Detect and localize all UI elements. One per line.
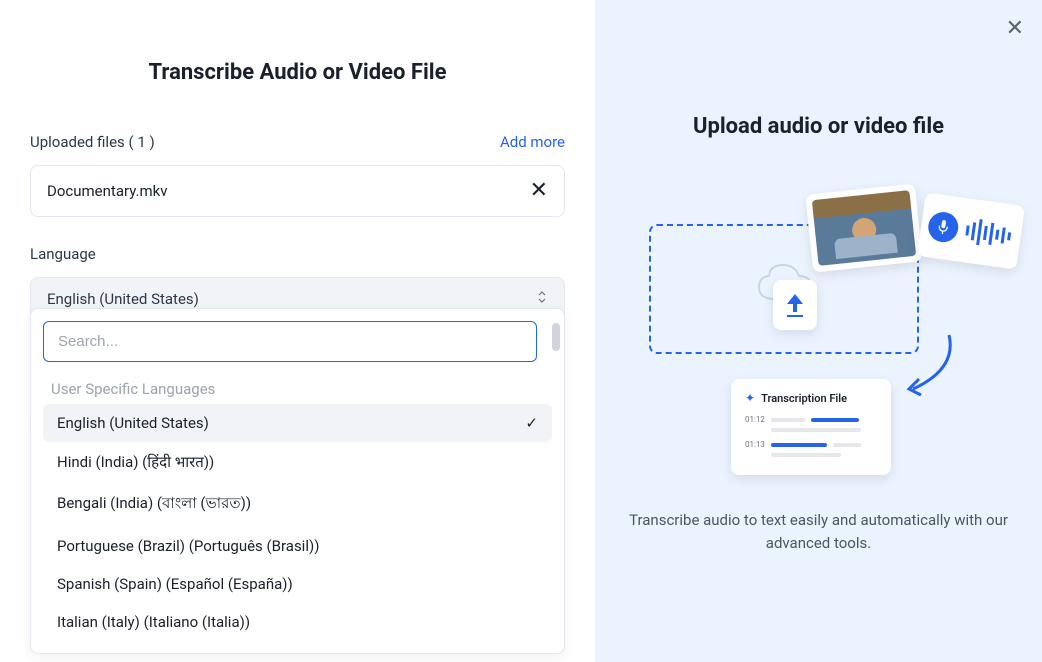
mic-icon <box>926 210 960 244</box>
curved-arrow-icon <box>901 329 961 409</box>
language-option-label: English (United States) <box>57 414 209 432</box>
scrollbar-thumb[interactable] <box>552 323 560 351</box>
waveform-icon <box>962 215 1016 252</box>
timestamp-2: 01:13 <box>745 440 765 449</box>
add-more-link[interactable]: Add more <box>500 133 565 151</box>
upload-illustration: ✦ Transcription File 01:12 01:13 <box>619 189 1018 479</box>
uploaded-file-chip: Documentary.mkv ✕ <box>30 165 565 217</box>
language-option[interactable]: Hindi (India) (हिंदी भारत)) <box>43 442 552 482</box>
uploaded-count-label: Uploaded files ( 1 ) <box>30 133 155 151</box>
info-panel: ✕ Upload audio or video file <box>595 0 1042 662</box>
chevron-sort-icon <box>536 290 548 308</box>
language-search-input[interactable] <box>43 321 537 362</box>
language-option-label: Portuguese (Brazil) (Português (Brasil)) <box>57 537 319 555</box>
language-option-label: Hindi (India) (हिंदी भारत)) <box>57 452 214 472</box>
timestamp-1: 01:12 <box>745 415 765 424</box>
upload-arrow-icon <box>783 290 807 320</box>
language-selected-value: English (United States) <box>47 290 199 308</box>
language-dropdown: User Specific Languages English (United … <box>30 308 565 654</box>
sparkle-icon: ✦ <box>745 391 755 405</box>
language-option-label: Spanish (Spain) (Español (España)) <box>57 575 293 593</box>
language-option[interactable]: Spanish (Spain) (Español (España)) <box>43 565 552 603</box>
upload-title: Upload audio or video file <box>693 114 944 139</box>
language-option[interactable]: Italian (Italy) (Italiano (Italia)) <box>43 603 552 641</box>
language-option[interactable]: English (United States) ✓ <box>43 404 552 442</box>
remove-file-icon[interactable]: ✕ <box>530 180 548 202</box>
description-text: Transcribe audio to text easily and auto… <box>629 509 1009 554</box>
file-name: Documentary.mkv <box>47 182 167 200</box>
transcription-card-title: Transcription File <box>761 392 847 405</box>
transcribe-panel: Transcribe Audio or Video File Uploaded … <box>0 0 595 662</box>
language-option[interactable]: Bengali (India) (বাংলা (ভারত)) <box>43 482 552 527</box>
page-title: Transcribe Audio or Video File <box>30 60 565 85</box>
uploaded-header: Uploaded files ( 1 ) Add more <box>30 133 565 151</box>
language-option-label: Bengali (India) (বাংলা (ভারত)) <box>57 492 251 517</box>
language-option[interactable]: Portuguese (Brazil) (Português (Brasil)) <box>43 527 552 565</box>
check-icon: ✓ <box>525 414 538 432</box>
language-label: Language <box>30 245 565 263</box>
close-icon[interactable]: ✕ <box>1006 18 1024 40</box>
language-option-label: Italian (Italy) (Italiano (Italia)) <box>57 613 250 631</box>
language-group-label: User Specific Languages <box>43 374 552 404</box>
